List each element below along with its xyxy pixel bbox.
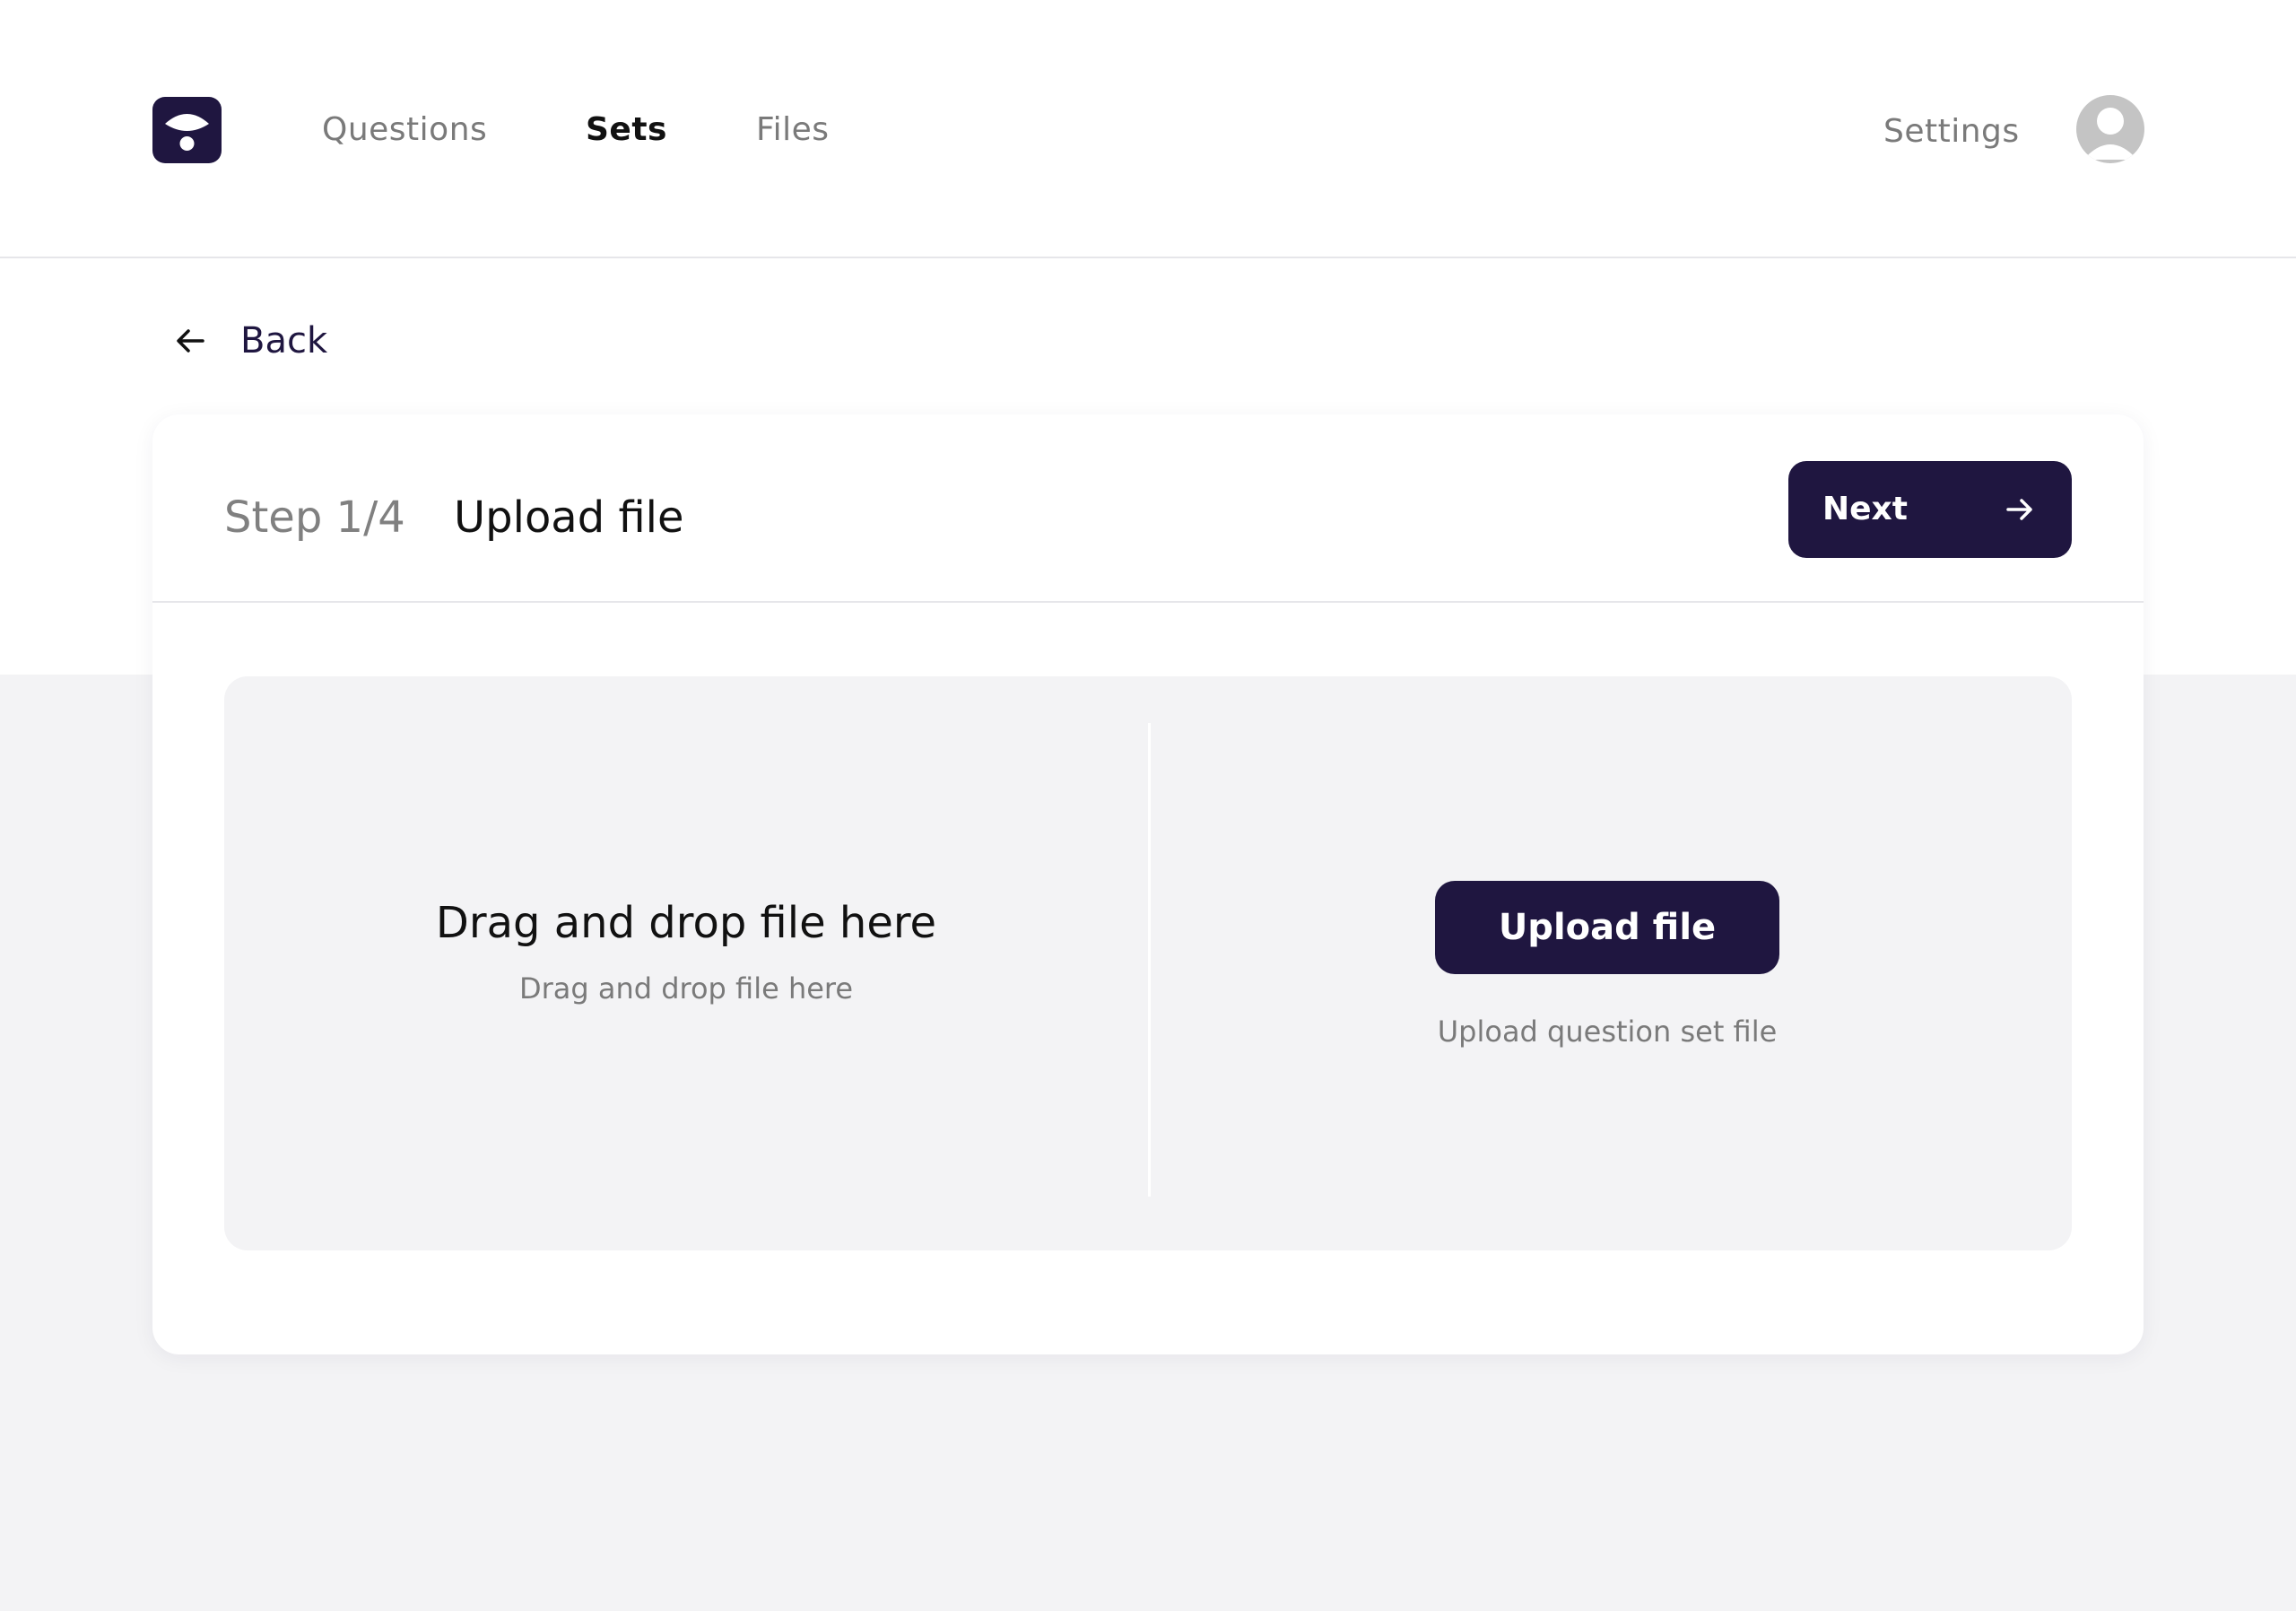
settings-link[interactable]: Settings [1883,109,2020,155]
upload-caption: Upload question set file [1437,1014,1778,1049]
nav-item-sets[interactable]: Sets [586,107,667,153]
upload-file-button[interactable]: Upload file [1435,881,1779,974]
next-button-label: Next [1822,491,1908,527]
wizard-header: Step 1/4 Upload file Next [152,414,2144,603]
panel-divider [1148,723,1151,1197]
upload-panel: Drag and drop file here Drag and drop fi… [224,676,2072,1250]
logo-icon[interactable] [152,97,222,163]
step-title: Upload file [454,492,684,543]
back-link[interactable]: Back [172,314,327,368]
back-label: Back [240,320,328,361]
upload-wizard-card: Step 1/4 Upload file Next Drag and drop … [152,414,2144,1354]
nav-item-questions[interactable]: Questions [322,107,487,153]
dropzone-subtitle: Drag and drop file here [518,971,854,1006]
dropzone-title: Drag and drop file here [435,898,937,948]
arrow-right-icon [2006,499,2032,520]
step-indicator: Step 1/4 [224,492,405,543]
top-navbar: Questions Sets Files Settings [0,0,2296,258]
arrow-left-icon [177,329,204,353]
next-button[interactable]: Next [1788,461,2072,558]
nav-item-files[interactable]: Files [756,107,830,153]
avatar-icon[interactable] [2076,95,2144,163]
